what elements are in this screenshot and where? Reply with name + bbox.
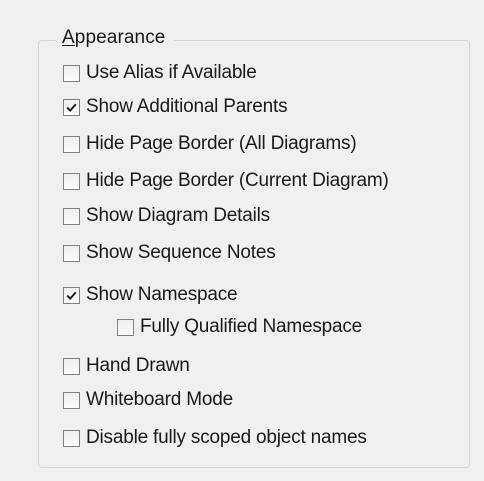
- show-namespace-label: Show Namespace: [86, 284, 238, 305]
- hand-drawn-label: Hand Drawn: [86, 355, 190, 376]
- option-show-additional-parents[interactable]: Show Additional Parents: [63, 96, 288, 118]
- title-rest: ppearance: [74, 27, 166, 48]
- show-sequence-notes-checkbox[interactable]: [63, 244, 80, 262]
- fully-qualified-namespace-label: Fully Qualified Namespace: [140, 316, 363, 337]
- hide-page-border-current-checkbox[interactable]: [63, 172, 80, 190]
- hide-page-border-all-checkbox[interactable]: [63, 135, 80, 153]
- option-fully-qualified-namespace[interactable]: Fully Qualified Namespace: [117, 316, 362, 338]
- option-whiteboard-mode[interactable]: Whiteboard Mode: [63, 389, 233, 411]
- check-mark-icon: [66, 291, 77, 300]
- show-additional-parents-label: Show Additional Parents: [86, 96, 288, 117]
- option-show-diagram-details[interactable]: Show Diagram Details: [63, 205, 270, 227]
- option-show-sequence-notes[interactable]: Show Sequence Notes: [63, 242, 276, 264]
- show-diagram-details-label: Show Diagram Details: [86, 205, 270, 226]
- show-sequence-notes-label: Show Sequence Notes: [86, 242, 276, 263]
- option-use-alias[interactable]: Use Alias if Available: [63, 62, 257, 84]
- appearance-group-title: Appearance: [56, 26, 175, 50]
- disable-fully-scoped-names-checkbox[interactable]: [63, 429, 80, 447]
- hand-drawn-checkbox[interactable]: [63, 357, 80, 375]
- option-disable-fully-scoped-names[interactable]: Disable fully scoped object names: [63, 427, 367, 449]
- whiteboard-mode-label: Whiteboard Mode: [86, 389, 233, 410]
- option-hand-drawn[interactable]: Hand Drawn: [63, 355, 190, 377]
- option-hide-page-border-current[interactable]: Hide Page Border (Current Diagram): [63, 170, 389, 192]
- title-mnemonic: A: [62, 27, 75, 48]
- show-diagram-details-checkbox[interactable]: [63, 207, 80, 225]
- disable-fully-scoped-names-label: Disable fully scoped object names: [86, 427, 367, 448]
- whiteboard-mode-checkbox[interactable]: [63, 391, 80, 409]
- use-alias-label: Use Alias if Available: [86, 62, 257, 83]
- option-show-namespace[interactable]: Show Namespace: [63, 284, 238, 306]
- show-additional-parents-checkbox[interactable]: [63, 98, 80, 116]
- hide-page-border-current-label: Hide Page Border (Current Diagram): [86, 170, 389, 191]
- check-mark-icon: [66, 103, 77, 112]
- fully-qualified-namespace-checkbox[interactable]: [117, 318, 134, 336]
- option-hide-page-border-all[interactable]: Hide Page Border (All Diagrams): [63, 133, 357, 155]
- hide-page-border-all-label: Hide Page Border (All Diagrams): [86, 133, 357, 154]
- show-namespace-checkbox[interactable]: [63, 286, 80, 304]
- use-alias-checkbox[interactable]: [63, 64, 80, 82]
